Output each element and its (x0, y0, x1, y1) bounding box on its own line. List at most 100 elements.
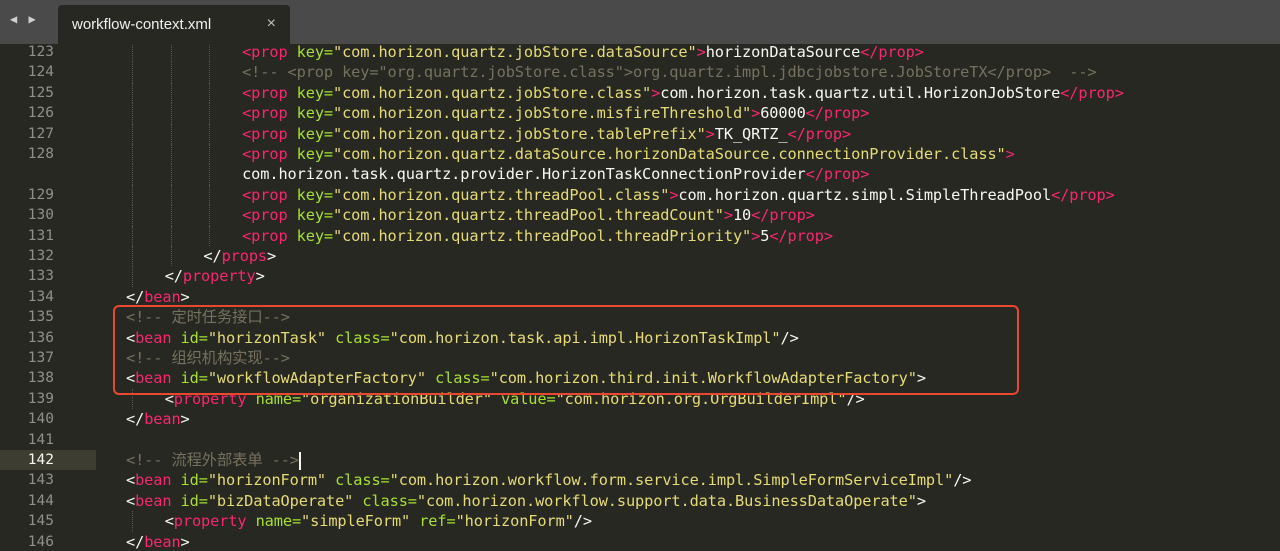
code-token: TK_QRTZ_ (714, 124, 788, 143)
code-line[interactable]: 129 <prop key="com.horizon.quartz.threadP… (0, 184, 1280, 206)
code-token: class= (335, 471, 390, 490)
line-number: 145 (27, 513, 54, 530)
indent-guide (170, 164, 172, 185)
code-token: <prop (242, 83, 297, 102)
code-token: > (255, 267, 265, 286)
tab-workflow-context[interactable]: workflow-context.xml × (58, 5, 290, 44)
code-line[interactable]: 144 <bean id="bizDataOperate" class="com.… (0, 491, 1280, 511)
line-number: 137 (27, 350, 54, 366)
code-token: /> (573, 512, 592, 531)
line-number: 128 (27, 146, 54, 162)
code-token: "bizDataOperate" (207, 491, 363, 510)
code-token: </prop> (1051, 185, 1115, 204)
indent-guide (132, 103, 133, 124)
code-token: "simpleForm" (301, 512, 420, 531)
code-line[interactable]: 126 <prop key="com.horizon.quartz.jobStor… (0, 103, 1280, 124)
code-text: <prop key="com.horizon.quartz.jobStore.m… (242, 103, 869, 123)
code-text: <bean id="bizDataOperate" class="com.hor… (126, 491, 926, 511)
indent-guide (209, 62, 211, 83)
indent-guide (132, 123, 133, 144)
indent-guide (132, 62, 133, 83)
code-token: <prop (242, 44, 297, 61)
code-text: <prop key="com.horizon.quartz.jobStore.t… (242, 124, 851, 144)
code-token: id= (180, 491, 208, 510)
code-token: com.horizon.task.quartz.provider.Horizon… (242, 165, 806, 184)
code-text: <prop key="com.horizon.quartz.threadPool… (242, 185, 1115, 205)
code-line[interactable]: 123 <prop key="com.horizon.quartz.jobStor… (0, 44, 1280, 63)
code-token: "com.horizon.workflow.form.service.impl.… (389, 471, 954, 490)
code-line[interactable]: 125 <prop key="com.horizon.quartz.jobStor… (0, 82, 1280, 104)
code-token: </prop> (787, 124, 852, 143)
line-number: 132 (27, 248, 54, 264)
close-icon[interactable]: × (267, 15, 276, 33)
code-token: <!-- 流程外部表单 --> (126, 451, 299, 469)
code-line[interactable]: 128 <prop key="com.horizon.quartz.dataSou… (0, 144, 1280, 165)
indent-guide (170, 123, 172, 144)
code-token: "com.horizon.workflow.support.data.Busin… (416, 491, 917, 510)
indent-guide (132, 511, 133, 532)
code-line[interactable]: 145 <property name="simpleForm" ref="hori… (0, 511, 1280, 532)
code-token: "com.horizon.quartz.jobStore.class" (333, 83, 652, 102)
line-number: 129 (27, 186, 54, 203)
indent-guide (170, 103, 172, 124)
code-token: </ (126, 532, 145, 551)
code-line[interactable]: 131 <prop key="com.horizon.quartz.threadP… (0, 225, 1280, 246)
code-line[interactable]: 142 <!-- 流程外部表单 --> (0, 450, 1280, 471)
code-token: key= (296, 44, 333, 61)
line-number: 141 (27, 431, 54, 448)
code-token: /> (953, 471, 972, 490)
code-text: <bean id="horizonForm" class="com.horizo… (126, 470, 972, 490)
code-token: property (173, 512, 256, 531)
code-token: <!-- <prop key="org.quartz.jobStore.clas… (242, 63, 1097, 82)
code-token: bean (144, 532, 181, 551)
code-line[interactable]: 127 <prop key="com.horizon.quartz.jobStor… (0, 123, 1280, 144)
line-number: 142 (27, 452, 54, 468)
code-editor[interactable]: 123 <prop key="com.horizon.quartz.jobStor… (0, 44, 1280, 551)
code-line[interactable]: 140 </bean> (0, 409, 1280, 429)
code-token: </ (126, 410, 145, 429)
indent-guide (209, 123, 211, 144)
code-token: com.horizon.task.quartz.util.HorizonJobS… (660, 83, 1061, 102)
code-line[interactable]: 141 (0, 430, 1280, 450)
indent-guide (170, 246, 172, 267)
text-cursor (298, 451, 301, 470)
code-token: </ (164, 267, 183, 286)
line-number: 126 (27, 105, 54, 122)
code-token: > (651, 83, 661, 102)
code-token: "com.horizon.quartz.jobStore.misfireThre… (333, 104, 752, 123)
tab-nav-arrows-icon[interactable]: ◀ ▶ (10, 12, 38, 26)
code-token: > (267, 247, 277, 265)
indent-guide (132, 184, 133, 206)
code-line[interactable]: 133 </property> (0, 266, 1280, 287)
code-line[interactable]: 124 <!-- <prop key="org.quartz.jobStore.c… (0, 62, 1280, 83)
code-line[interactable]: com.horizon.task.quartz.provider.Horizon… (0, 164, 1280, 185)
code-token: </prop> (1060, 83, 1124, 102)
code-token: "com.horizon.quartz.threadPool.class" (333, 185, 670, 204)
code-line[interactable]: 143 <bean id="horizonForm" class="com.hor… (0, 470, 1280, 490)
line-number: 143 (27, 472, 54, 489)
code-token: key= (296, 185, 333, 204)
code-text: <!-- 流程外部表单 --> (126, 450, 301, 470)
code-text: <prop key="com.horizon.quartz.jobStore.d… (242, 44, 924, 62)
code-token: horizonDataSource (705, 44, 861, 61)
code-token: key= (296, 104, 333, 123)
indent-guide (132, 266, 133, 287)
code-token: < (126, 471, 136, 490)
code-token: key= (296, 145, 333, 163)
code-token: > (696, 44, 706, 61)
code-text: <prop key="com.horizon.quartz.threadPool… (242, 205, 815, 225)
code-token: > (723, 206, 733, 225)
code-text: </bean> (126, 409, 190, 429)
code-token: key= (296, 83, 333, 102)
code-token: > (751, 104, 761, 123)
code-line[interactable]: 132 </props> (0, 246, 1280, 267)
line-number: 140 (27, 411, 54, 428)
code-line[interactable]: 146 </bean> (0, 532, 1280, 551)
line-number: 135 (27, 309, 54, 326)
code-text: <prop key="com.horizon.quartz.dataSource… (242, 144, 1015, 164)
code-line[interactable]: 130 <prop key="com.horizon.quartz.threadP… (0, 205, 1280, 226)
code-token: name= (255, 512, 302, 531)
code-text: com.horizon.task.quartz.provider.Horizon… (242, 164, 869, 184)
indent-guide (132, 246, 133, 267)
code-token: <prop (242, 124, 297, 143)
